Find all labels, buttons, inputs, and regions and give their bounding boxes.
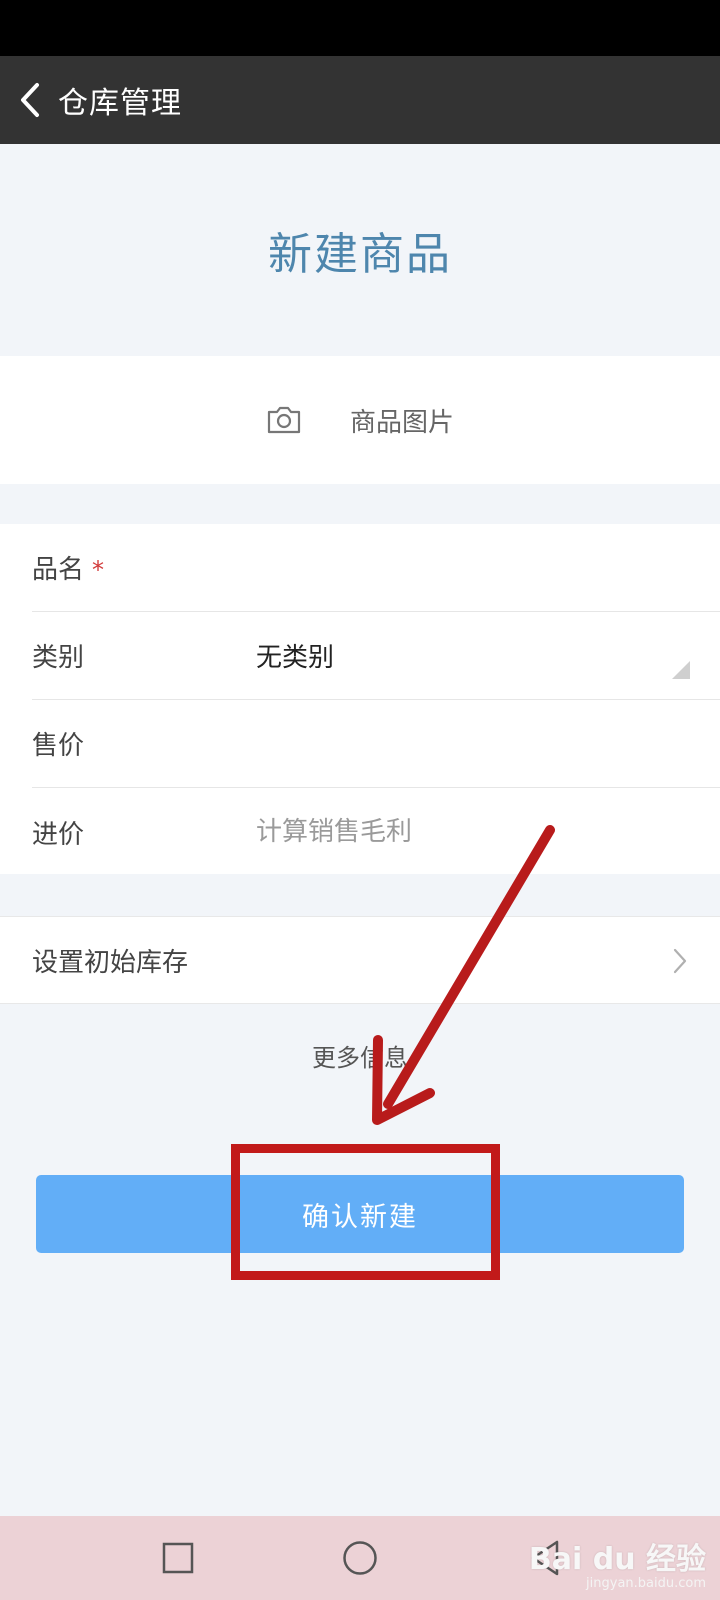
initial-stock-label: 设置初始库存 — [32, 947, 189, 978]
cost-label: 进价 — [32, 819, 85, 850]
annotation-highlight-box — [231, 1144, 500, 1280]
category-select[interactable]: 无类别 — [256, 637, 334, 674]
recent-apps-button[interactable] — [162, 1542, 194, 1574]
cost-row: 进价 — [32, 788, 720, 876]
price-input[interactable] — [256, 713, 720, 774]
dropdown-triangle-icon — [672, 661, 690, 679]
initial-stock-row[interactable]: 设置初始库存 — [0, 916, 720, 1004]
price-row: 售价 — [32, 700, 720, 788]
system-nav-bar: Bai du 经验 jingyan.baidu.com — [0, 1516, 720, 1600]
cost-input[interactable] — [256, 802, 720, 862]
required-mark: * — [92, 556, 105, 584]
category-label: 类别 — [32, 643, 85, 673]
chevron-right-icon — [672, 947, 688, 975]
product-photo-upload[interactable]: 商品图片 — [0, 356, 720, 484]
category-row[interactable]: 类别 无类别 — [32, 612, 720, 700]
status-bar — [0, 0, 720, 56]
name-label: 品名 * — [32, 549, 256, 586]
page-header: 新建商品 — [0, 144, 720, 356]
name-label-text: 品名 — [32, 555, 85, 585]
photo-label: 商品图片 — [349, 407, 454, 438]
product-form: 品名 * 类别 无类别 售价 进价 — [0, 524, 720, 874]
nav-title: 仓库管理 — [58, 86, 182, 121]
back-arrow-icon[interactable] — [2, 56, 58, 144]
watermark-url: jingyan.baidu.com — [586, 1576, 706, 1591]
camera-icon — [266, 405, 302, 435]
page-title: 新建商品 — [268, 229, 452, 280]
home-button[interactable] — [342, 1540, 378, 1576]
nav-bar: 仓库管理 — [0, 56, 720, 144]
watermark-brand: Bai du 经验 — [528, 1542, 706, 1577]
price-label: 售价 — [32, 731, 85, 761]
watermark: Bai du 经验 jingyan.baidu.com — [529, 1534, 706, 1591]
name-row: 品名 * — [32, 524, 720, 612]
more-info-link[interactable]: 更多信息 — [0, 1038, 720, 1073]
name-input[interactable] — [256, 537, 720, 598]
